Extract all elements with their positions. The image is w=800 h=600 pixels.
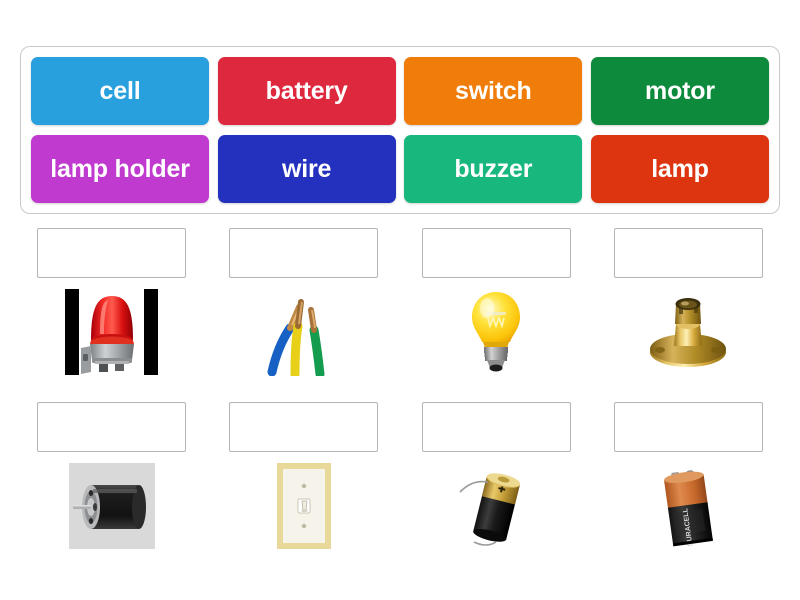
answer-cell: [37, 228, 186, 377]
lamp-holder-glyph: [650, 298, 727, 367]
word-tile-buzzer[interactable]: buzzer: [404, 135, 583, 203]
light-bulb-glyph: [472, 292, 521, 372]
light-switch-glyph: [276, 463, 331, 549]
wires-glyph: [267, 299, 325, 376]
drop-zone-battery[interactable]: [613, 402, 763, 452]
answer-cell: [421, 402, 571, 551]
word-tile-battery[interactable]: battery: [217, 57, 396, 125]
word-tile-cell[interactable]: cell: [31, 57, 209, 125]
answer-cell: [37, 402, 186, 551]
answer-grid-row: [0, 228, 800, 377]
drop-zone-cell[interactable]: [421, 402, 571, 452]
answer-grid-row: DURACELL: [0, 402, 800, 551]
letterbox-bar-right: [144, 289, 158, 375]
answer-cell: [229, 228, 379, 377]
activity-canvas: cell battery switch motor lamp holder wi…: [0, 0, 800, 600]
single-cell-glyph: [459, 473, 521, 546]
siren-glyph: [80, 296, 134, 374]
drop-zone-buzzer[interactable]: [37, 228, 186, 278]
drop-zone-lamp[interactable]: [421, 228, 571, 278]
answer-cell: [421, 228, 571, 377]
battery-9v-image: DURACELL: [614, 461, 763, 551]
word-bank-row: lamp holder wire buzzer lamp: [31, 135, 769, 203]
answer-cell: [613, 228, 763, 377]
buzzer-siren-image: [37, 287, 186, 377]
drop-zone-lamp-holder[interactable]: [613, 228, 763, 278]
lamp-holder-image: [614, 287, 763, 377]
lamp-bulb-image: [422, 287, 571, 377]
answer-cell: [229, 402, 379, 551]
answer-cell: DURACELL: [613, 402, 763, 551]
word-tile-lamp-holder[interactable]: lamp holder: [31, 135, 209, 203]
word-tile-switch[interactable]: switch: [404, 57, 583, 125]
word-tile-wire[interactable]: wire: [217, 135, 396, 203]
word-bank-row: cell battery switch motor: [31, 57, 769, 125]
word-bank: cell battery switch motor lamp holder wi…: [20, 46, 780, 214]
answer-grid: DURACELL: [0, 228, 800, 551]
drop-zone-motor[interactable]: [37, 402, 186, 452]
wires-image: [229, 287, 378, 377]
drop-zone-wire[interactable]: [229, 228, 379, 278]
motor-image: [37, 461, 186, 551]
cell-image: [422, 461, 571, 551]
motor-glyph: [68, 463, 155, 549]
word-tile-lamp[interactable]: lamp: [590, 135, 769, 203]
nine-volt-battery-glyph: DURACELL: [664, 470, 714, 547]
word-tile-motor[interactable]: motor: [590, 57, 769, 125]
letterbox-bar-left: [65, 289, 79, 375]
switch-image: [229, 461, 378, 551]
drop-zone-switch[interactable]: [229, 402, 379, 452]
